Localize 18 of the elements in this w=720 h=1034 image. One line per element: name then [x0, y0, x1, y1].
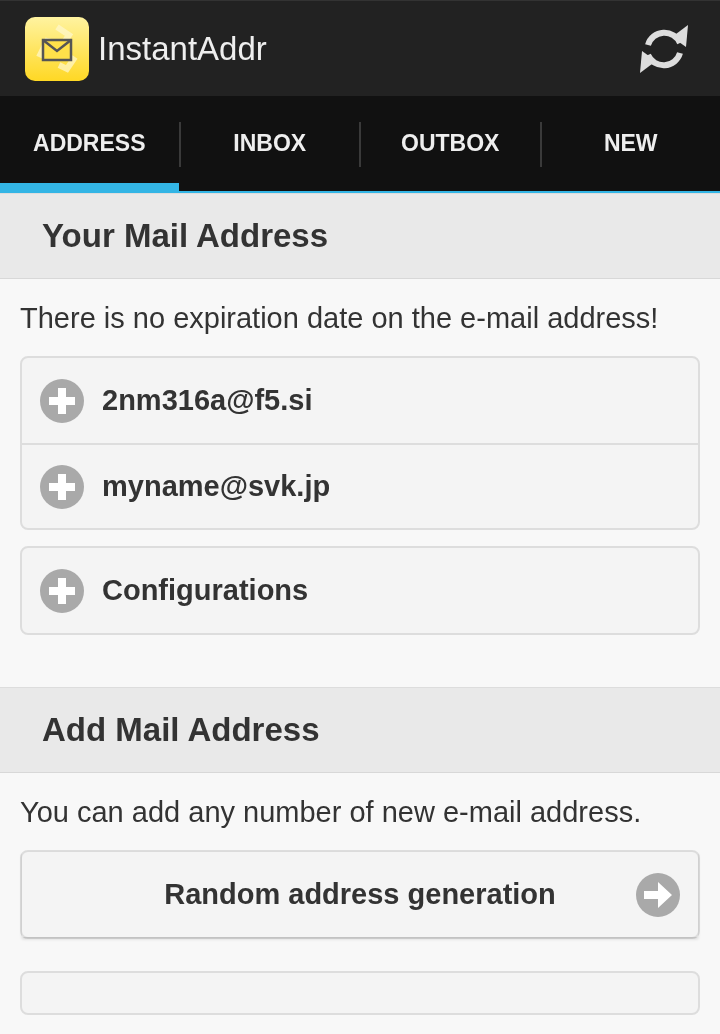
refresh-icon[interactable]: [638, 22, 690, 75]
list-item[interactable]: Random address generation: [22, 852, 698, 937]
list-item[interactable]: 2nm316a@f5.si: [22, 358, 698, 443]
arrow-right-icon: [636, 872, 680, 917]
list-item[interactable]: Configurations: [22, 548, 698, 633]
section-header: Your Mail Address: [0, 193, 720, 279]
list-item[interactable]: myname@svk.jp: [22, 443, 698, 528]
app-logo-icon: [25, 16, 89, 81]
plus-icon: [40, 378, 84, 423]
section-description: There is no expiration date on the e-mail address!: [20, 301, 660, 336]
tab[interactable]: OUTBOX: [361, 96, 540, 191]
plus-icon: [40, 568, 84, 613]
tab[interactable]: INBOX: [180, 96, 359, 191]
tab[interactable]: NEW: [541, 96, 720, 191]
plus-icon: [40, 464, 84, 509]
app-title: InstantAddr: [98, 29, 268, 68]
section-description: You can add any number of new e-mail address.: [20, 795, 643, 830]
section-header: Add Mail Address: [0, 687, 720, 773]
